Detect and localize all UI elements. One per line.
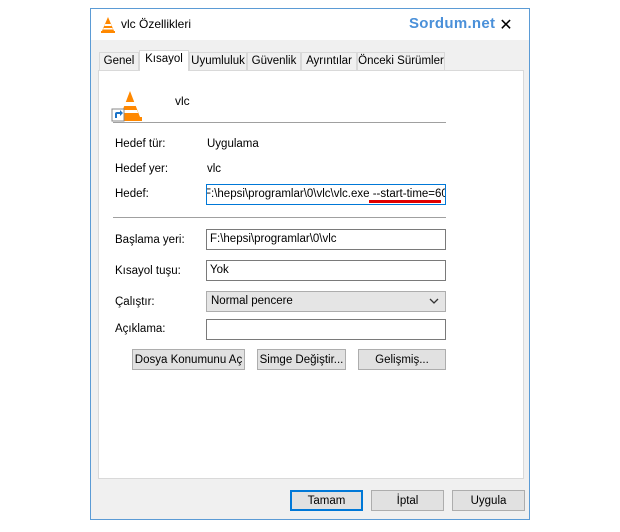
- divider: [113, 217, 446, 218]
- window-title: vlc Özellikleri: [121, 17, 192, 31]
- shortcut-panel: vlc Hedef tür: Uygulama Hedef yer: vlc H…: [98, 70, 524, 479]
- tab-compatibility[interactable]: Uyumluluk: [189, 52, 247, 70]
- apply-button[interactable]: Uygula: [452, 490, 525, 511]
- highlight-underline: [369, 200, 441, 203]
- run-select[interactable]: Normal pencere: [206, 291, 446, 312]
- close-icon: ✕: [499, 16, 513, 34]
- target-type-label: Hedef tür:: [115, 138, 166, 150]
- start-in-input[interactable]: F:\hepsi\programlar\0\vlc: [206, 229, 446, 250]
- comment-label: Açıklama:: [115, 323, 166, 335]
- divider: [113, 122, 446, 123]
- target-location-label: Hedef yer:: [115, 163, 169, 175]
- hotkey-input-text: Yok: [210, 264, 229, 276]
- close-button[interactable]: ✕: [483, 9, 529, 40]
- title-bar[interactable]: vlc Özellikleri Sordum.net ✕: [91, 9, 529, 40]
- tab-details[interactable]: Ayrıntılar: [301, 52, 357, 70]
- start-in-input-text: F:\hepsi\programlar\0\vlc: [210, 233, 337, 245]
- tab-general[interactable]: Genel: [99, 52, 139, 70]
- target-label: Hedef:: [115, 188, 149, 200]
- tab-security[interactable]: Güvenlik: [247, 52, 301, 70]
- vlc-cone-icon: [101, 17, 115, 33]
- advanced-button[interactable]: Gelişmiş...: [358, 349, 446, 370]
- run-label: Çalıştır:: [115, 296, 155, 308]
- ok-button[interactable]: Tamam: [290, 490, 363, 511]
- open-file-location-button[interactable]: Dosya Konumunu Aç: [132, 349, 245, 370]
- target-input-text: F:\hepsi\programlar\0\vlc\vlc.exe --star…: [206, 188, 446, 200]
- vlc-cone-icon: [111, 91, 142, 122]
- change-icon-button[interactable]: Simge Değiştir...: [257, 349, 346, 370]
- comment-input[interactable]: [206, 319, 446, 340]
- properties-dialog: vlc Özellikleri Sordum.net ✕ Genel Kısay…: [90, 8, 530, 520]
- shortcut-name: vlc: [175, 94, 190, 108]
- tab-previous-versions[interactable]: Önceki Sürümler: [357, 52, 445, 70]
- chevron-down-icon: [429, 298, 439, 304]
- target-location-value: vlc: [207, 163, 222, 175]
- run-select-value: Normal pencere: [211, 295, 293, 307]
- tab-shortcut[interactable]: Kısayol: [139, 50, 189, 71]
- hotkey-label: Kısayol tuşu:: [115, 265, 181, 277]
- cancel-button[interactable]: İptal: [371, 490, 444, 511]
- target-type-value: Uygulama: [207, 138, 259, 150]
- hotkey-input[interactable]: Yok: [206, 260, 446, 281]
- start-in-label: Başlama yeri:: [115, 234, 185, 246]
